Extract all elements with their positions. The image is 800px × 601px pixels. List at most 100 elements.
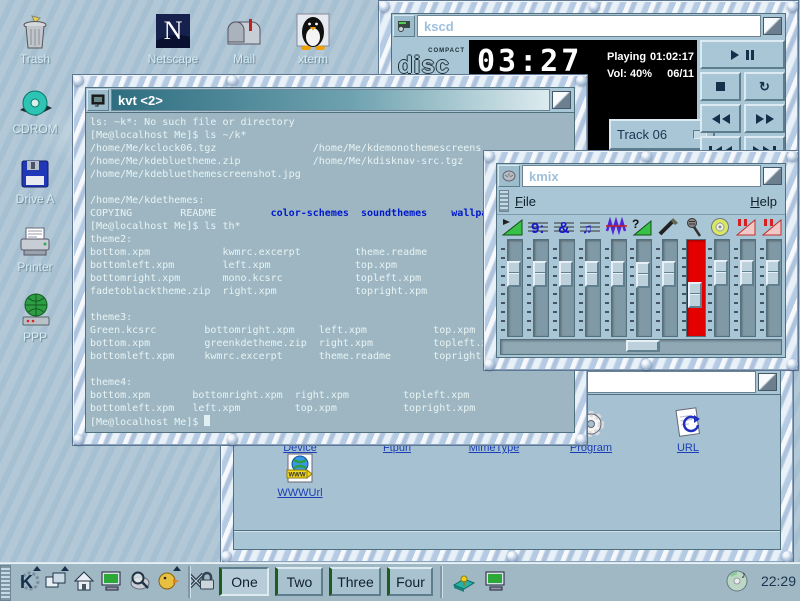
- kscd-titlebar[interactable]: kscd: [392, 14, 785, 38]
- stop-icon: [716, 82, 725, 91]
- find-files-button[interactable]: [126, 567, 154, 595]
- treble-slider[interactable]: [559, 239, 575, 337]
- microphone-slider[interactable]: [686, 239, 706, 337]
- kvt-titlebar[interactable]: kvt <2>: [86, 88, 574, 112]
- window-list-button[interactable]: [42, 567, 70, 595]
- kscd-disc-tray-icon[interactable]: ♪: [724, 567, 752, 595]
- volume-slider-handle[interactable]: [507, 261, 521, 287]
- synth-slider-handle[interactable]: [585, 261, 599, 287]
- mixer-channel-bass: 9:: [526, 217, 552, 335]
- menu-arrow-icon: [33, 566, 41, 571]
- fast-forward-icon: [756, 114, 764, 124]
- play-icon: [731, 50, 739, 60]
- desktop-icon-mail[interactable]: Mail: [211, 12, 277, 66]
- kvt-app-icon[interactable]: [87, 89, 109, 111]
- desktop-icon-drive-a[interactable]: Drive A: [2, 152, 68, 206]
- kmix-window[interactable]: kmix File Help 9:&♫?: [483, 150, 799, 371]
- unknown-slider-handle[interactable]: [636, 262, 650, 288]
- slider-ticks: [501, 243, 505, 331]
- wave-slider-handle[interactable]: [611, 261, 625, 287]
- slider-ticks: [605, 243, 609, 331]
- play-pause-button[interactable]: [700, 40, 785, 69]
- scrollbar-handle[interactable]: [626, 340, 660, 352]
- panel-hide-handle[interactable]: [0, 565, 11, 601]
- fast-forward-button[interactable]: [744, 104, 785, 133]
- ppp-icon: [2, 290, 68, 328]
- kvt-maximize-button[interactable]: [552, 91, 571, 109]
- home-folder-button[interactable]: [70, 567, 98, 595]
- bass-slider[interactable]: [533, 239, 549, 337]
- mute-2-slider[interactable]: [766, 239, 782, 337]
- kmix-channel-area: 9:&♫?: [497, 215, 785, 335]
- kmix-horizontal-scrollbar[interactable]: [500, 339, 782, 355]
- desktop-button-three[interactable]: Three: [329, 567, 381, 596]
- treble-slider-handle[interactable]: [559, 261, 573, 287]
- trash-icon: [2, 12, 68, 50]
- kmenu-button[interactable]: K: [14, 567, 42, 595]
- terminal-line: bottom.xpm bottomright.xpm right.xpm top…: [90, 389, 574, 402]
- kscd-app-icon[interactable]: [393, 15, 415, 37]
- pause-icon: [746, 50, 749, 60]
- svg-text:&: &: [558, 220, 570, 237]
- microphone-slider-handle[interactable]: [688, 282, 702, 308]
- desktop-icon-cdrom[interactable]: CDROM: [2, 82, 68, 136]
- svg-text:?: ?: [632, 217, 639, 231]
- unknown-slider[interactable]: [636, 239, 652, 337]
- desktop-icon-ppp[interactable]: PPP: [2, 290, 68, 344]
- mute-1-icon: [734, 217, 758, 239]
- mute-2-slider-handle[interactable]: [766, 260, 780, 286]
- kfm-statusbar: [234, 530, 780, 549]
- printer-icon: [2, 220, 68, 258]
- synth-slider[interactable]: [585, 239, 601, 337]
- cd-slider[interactable]: [714, 239, 730, 337]
- line-icon: [656, 217, 680, 239]
- kmix-menubar: File Help: [497, 188, 785, 215]
- terminal-launcher-button[interactable]: [98, 567, 126, 595]
- microphone-icon: [682, 217, 706, 239]
- disknav-button[interactable]: [154, 567, 182, 595]
- svg-text:♪: ♪: [741, 570, 746, 581]
- repeat-button[interactable]: ↻: [744, 72, 785, 101]
- mixer-channel-mute-1: [733, 217, 759, 335]
- volume-slider[interactable]: [507, 239, 523, 337]
- desktop-icon-xterm[interactable]: xterm: [280, 12, 346, 66]
- mute-1-slider[interactable]: [740, 239, 756, 337]
- mute-1-slider-handle[interactable]: [740, 260, 754, 286]
- taskbar-panel: KOneTwoThreeFour♪ 22:29: [0, 562, 800, 601]
- cd-slider-handle[interactable]: [714, 260, 728, 286]
- desktop-icon-printer[interactable]: Printer: [2, 220, 68, 274]
- desktop-button-one[interactable]: One: [219, 567, 269, 596]
- kscd-maximize-button[interactable]: [763, 17, 782, 35]
- mixer-channel-cd: [707, 217, 733, 335]
- treble-icon: &: [553, 217, 577, 239]
- kfm-icon-url[interactable]: URL: [648, 407, 728, 454]
- wave-slider[interactable]: [611, 239, 627, 337]
- desktop-icon-trash[interactable]: Trash: [2, 12, 68, 66]
- slider-ticks: [553, 243, 557, 331]
- notes-book-taskbar-entry[interactable]: [450, 567, 478, 595]
- bass-slider-handle[interactable]: [533, 261, 547, 287]
- menu-help[interactable]: Help: [750, 194, 777, 209]
- desktop-button-four[interactable]: Four: [387, 567, 433, 596]
- wwwurl-icon: WWW: [260, 452, 340, 486]
- line-slider-handle[interactable]: [662, 261, 676, 287]
- desktop-icon-netscape[interactable]: NNetscape: [140, 12, 206, 66]
- kmix-maximize-button[interactable]: [763, 167, 782, 185]
- kscd-track-count: 06/11: [644, 66, 694, 83]
- kmix-app-icon[interactable]: [498, 165, 520, 187]
- slider-ticks: [734, 243, 738, 331]
- terminal-task-taskbar-entry[interactable]: [482, 567, 510, 595]
- kscd-total-time: 01:02:17: [644, 49, 694, 66]
- line-slider[interactable]: [662, 239, 678, 337]
- bass-icon: 9:: [527, 217, 551, 239]
- menu-file[interactable]: File: [515, 194, 536, 209]
- menubar-tearoff-handle[interactable]: [499, 190, 509, 212]
- kmix-titlebar[interactable]: kmix: [497, 164, 785, 188]
- lock-button[interactable]: [193, 567, 221, 595]
- stop-button[interactable]: [700, 72, 741, 101]
- slider-ticks: [760, 243, 764, 331]
- kfm-icon-wwwurl[interactable]: WWWWWWUrl: [260, 452, 340, 499]
- rewind-button[interactable]: [700, 104, 741, 133]
- kfm-maximize-button[interactable]: [758, 373, 777, 391]
- desktop-button-two[interactable]: Two: [275, 567, 323, 596]
